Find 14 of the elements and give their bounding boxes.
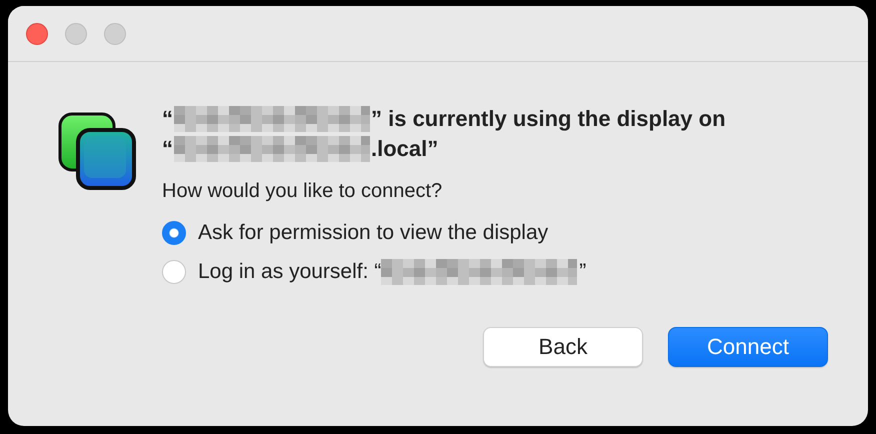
question-text: How would you like to connect? [162, 180, 444, 203]
screens-icon [58, 112, 138, 192]
heading-text: “ [162, 106, 173, 132]
option-label: ” [579, 260, 586, 284]
back-button[interactable]: Back [483, 327, 643, 367]
heading-text: “ [162, 136, 173, 162]
close-button[interactable] [26, 22, 48, 44]
option-label: Ask for permission to view the display [198, 221, 548, 245]
option-label: Log in as yourself: “ [198, 260, 382, 284]
connect-button[interactable]: Connect [668, 327, 828, 367]
heading-text: .local” [371, 136, 438, 162]
radio-button[interactable] [162, 221, 186, 245]
radio-button[interactable] [162, 260, 186, 284]
heading-text: ” is currently using the display on [371, 106, 726, 132]
